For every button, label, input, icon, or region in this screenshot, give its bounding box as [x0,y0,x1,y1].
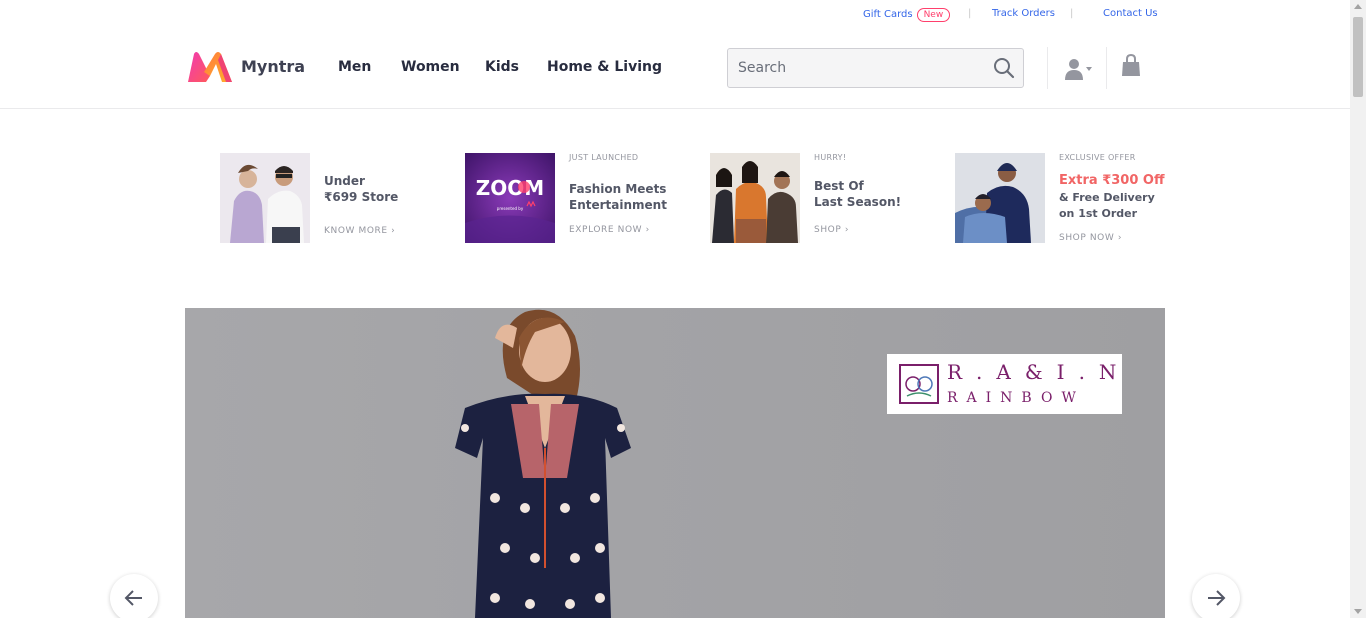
promo-text: JUST LAUNCHED Fashion Meets Entertainmen… [569,153,709,249]
contact-us-link[interactable]: Contact Us [1103,8,1158,19]
nav-men[interactable]: Men [338,59,371,75]
header-divider [1106,47,1107,89]
promo-title-line: Last Season! [814,195,902,209]
know-more-link[interactable]: KNOW MORE › [324,226,395,236]
nav-women[interactable]: Women [401,59,460,75]
track-orders-link[interactable]: Track Orders [992,8,1055,19]
search-bar [727,48,1024,88]
svg-text:presented by: presented by [497,206,524,211]
bag-icon[interactable] [1121,54,1141,78]
profile-icon[interactable] [1064,57,1094,81]
promo-title-line: on 1st Order [1059,207,1138,220]
myntra-logo-icon[interactable] [186,50,234,84]
promo-text: Under ₹699 Store KNOW MORE › [324,153,464,249]
arrow-right-icon [1208,590,1226,606]
brand-name[interactable]: Myntra [241,57,305,76]
carousel-next-button[interactable] [1192,574,1240,618]
promo-eyebrow: HURRY! [814,153,847,162]
search-icon[interactable] [993,57,1015,79]
carousel-prev-button[interactable] [110,574,158,618]
promo-text: EXCLUSIVE OFFER Extra ₹300 Off & Free De… [1059,153,1199,249]
scrollbar-thumb[interactable] [1353,17,1363,97]
promo-eyebrow: EXCLUSIVE OFFER [1059,153,1136,162]
scroll-up-icon[interactable] [1354,4,1362,9]
brand-name-rain: R.A&I.N [947,360,1131,384]
utility-bar: Gift Cards New | Track Orders | Contact U… [0,0,1350,28]
zoom-wordmark: ZOOM [476,176,544,200]
utility-divider: | [1070,8,1074,19]
promo-title-line: Best Of [814,179,864,193]
hero-banner[interactable]: R.A&I.N RAINBOW [185,308,1165,618]
header-divider [1047,47,1048,89]
promo-eyebrow: JUST LAUNCHED [569,153,639,162]
promo-text: HURRY! Best Of Last Season! SHOP › [814,153,954,249]
gift-cards-label: Gift Cards [863,9,913,20]
promo-title-line: & Free Delivery [1059,191,1155,204]
promo-offer-title: Extra ₹300 Off [1059,173,1165,188]
promo-image-couple [220,153,310,243]
page-scrollbar[interactable] [1350,0,1366,618]
main-header: Myntra Men Women Kids Home & Living [0,28,1350,109]
nav-kids[interactable]: Kids [485,59,519,75]
new-badge: New [916,8,951,22]
scroll-down-icon[interactable] [1354,609,1362,614]
brand-emblem-icon [899,364,939,404]
utility-divider: | [968,8,972,19]
promo-title-line: ₹699 Store [324,190,399,204]
arrow-left-icon [124,590,142,606]
shop-link[interactable]: SHOP › [814,225,849,235]
promo-image-kids [955,153,1045,243]
hero-model-image [455,309,631,618]
explore-now-link[interactable]: EXPLORE NOW › [569,225,650,235]
promo-image-zoom: ZOOM presented by [465,153,555,243]
promo-title-line: Entertainment [569,198,667,212]
nav-home-living[interactable]: Home & Living [547,59,662,75]
brand-name-rainbow: RAINBOW [947,390,1085,406]
brand-logo-card: R.A&I.N RAINBOW [887,354,1122,414]
search-input[interactable] [728,49,983,87]
gift-cards-link[interactable]: Gift Cards New [863,8,951,22]
promo-title-line: Fashion Meets [569,182,667,196]
promo-image-models [710,153,800,243]
promo-title-line: Under [324,174,365,188]
shop-now-link[interactable]: SHOP NOW › [1059,233,1122,243]
